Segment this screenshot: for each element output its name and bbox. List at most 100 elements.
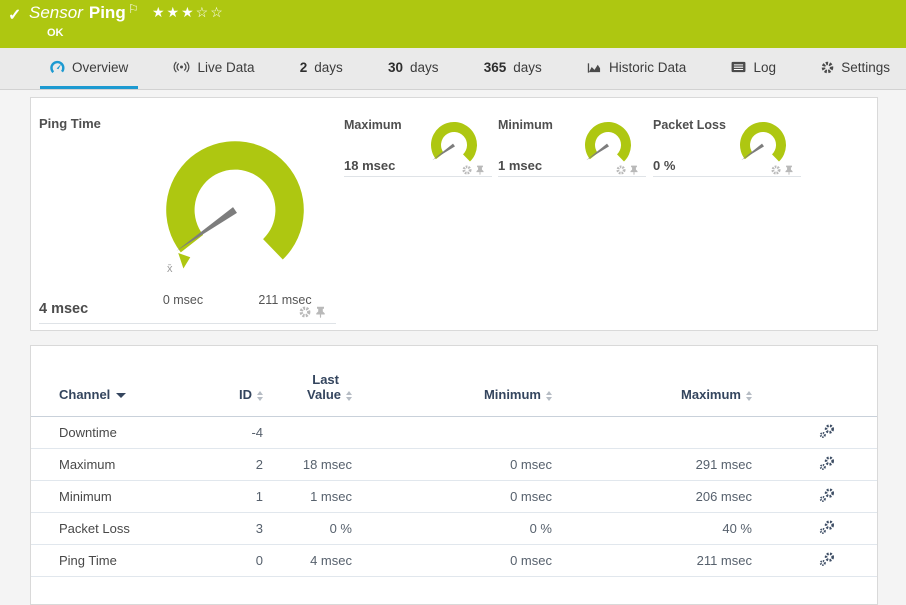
channel-id: -4 xyxy=(216,417,263,449)
widget-actions xyxy=(616,165,638,175)
gauge-settings-gear-icon[interactable] xyxy=(299,306,311,318)
sort-icon xyxy=(546,391,552,401)
sort-icon xyxy=(746,391,752,401)
channel-minimum: 0 msec xyxy=(352,545,552,577)
channel-settings-gears-icon[interactable] xyxy=(819,555,835,570)
status-badge: OK xyxy=(47,27,64,39)
gauge-settings-gear-icon[interactable] xyxy=(771,165,781,175)
gauge-icon xyxy=(50,60,65,75)
channel-last-value: 0 % xyxy=(263,513,352,545)
tab-30-days[interactable]: 30 days xyxy=(378,48,449,89)
widget-title: Minimum xyxy=(498,118,553,132)
table-row-minimum: Minimum 1 1 msec 0 msec 206 msec xyxy=(31,481,877,513)
channel-last-value: 18 msec xyxy=(263,449,352,481)
widget-actions xyxy=(771,165,793,175)
column-header-minimum[interactable]: Minimum xyxy=(352,346,552,417)
gauge-pin-icon[interactable] xyxy=(476,165,484,175)
widget-actions xyxy=(462,165,484,175)
column-header-last-value[interactable]: Last Value xyxy=(263,346,352,417)
table-row-packet-loss: Packet Loss 3 0 % 0 % 40 % xyxy=(31,513,877,545)
tab-label: Live Data xyxy=(197,60,254,75)
channel-last-value xyxy=(263,417,352,449)
channel-id: 1 xyxy=(216,481,263,513)
channel-maximum: 291 msec xyxy=(552,449,752,481)
widget-packet-loss: Packet Loss 0 % xyxy=(653,118,803,180)
gauge-scale-max: 211 msec xyxy=(249,293,321,307)
channel-settings-gears-icon[interactable] xyxy=(819,523,835,538)
gauge-pin-icon[interactable] xyxy=(785,165,793,175)
tab-label: days xyxy=(513,60,542,75)
sensor-type-label: Sensor xyxy=(29,3,83,22)
tab-label: Overview xyxy=(72,60,128,75)
channel-last-value: 4 msec xyxy=(263,545,352,577)
ping-time-gauge xyxy=(149,124,321,296)
priority-stars[interactable]: ★★★☆☆ xyxy=(152,4,225,21)
channel-name: Packet Loss xyxy=(31,513,216,545)
widget-divider xyxy=(498,176,646,177)
sort-caret-icon xyxy=(116,393,126,398)
sort-icon xyxy=(346,391,352,401)
channel-maximum: 206 msec xyxy=(552,481,752,513)
main-gauge-title: Ping Time xyxy=(39,116,101,131)
flag-icon[interactable]: ⚐ xyxy=(128,2,139,16)
tab-number: 30 xyxy=(388,60,403,75)
channel-minimum: 0 msec xyxy=(352,449,552,481)
table-row-maximum: Maximum 2 18 msec 0 msec 291 msec xyxy=(31,449,877,481)
widget-value: 18 msec xyxy=(344,158,395,173)
channel-settings-gears-icon[interactable] xyxy=(819,491,835,506)
tab-label: Log xyxy=(753,60,776,75)
gauge-value-marker xyxy=(178,253,190,268)
gauge-settings-gear-icon[interactable] xyxy=(462,165,472,175)
historic-chart-icon xyxy=(587,61,602,74)
tab-number: 2 xyxy=(300,60,308,75)
gauge-pin-icon[interactable] xyxy=(316,306,325,318)
tab-label: Historic Data xyxy=(609,60,686,75)
tab-bar: Overview Live Data 2 days 30 days 365 da… xyxy=(0,48,906,90)
tab-live-data[interactable]: Live Data xyxy=(163,48,264,89)
table-row-downtime: Downtime -4 xyxy=(31,417,877,449)
live-data-icon xyxy=(173,61,190,73)
widget-divider xyxy=(344,176,492,177)
tab-2-days[interactable]: 2 days xyxy=(290,48,353,89)
channel-settings-gears-icon[interactable] xyxy=(819,459,835,474)
widget-title: Packet Loss xyxy=(653,118,726,132)
channel-id: 0 xyxy=(216,545,263,577)
tab-365-days[interactable]: 365 days xyxy=(474,48,552,89)
tab-log[interactable]: Log xyxy=(721,48,786,89)
channel-maximum xyxy=(552,417,752,449)
channel-name: Minimum xyxy=(31,481,216,513)
average-marker: x̄ xyxy=(167,263,173,275)
channel-minimum xyxy=(352,417,552,449)
column-header-channel[interactable]: Channel xyxy=(31,346,216,417)
widget-divider xyxy=(39,323,336,324)
gauge-settings-gear-icon[interactable] xyxy=(616,165,626,175)
channel-last-value: 1 msec xyxy=(263,481,352,513)
tab-label: days xyxy=(314,60,343,75)
tab-label: days xyxy=(410,60,439,75)
ping-time-value: 4 msec xyxy=(39,301,88,317)
column-header-id[interactable]: ID xyxy=(216,346,263,417)
channels-panel: Channel ID Last Value Minimum Maximum xyxy=(30,345,878,605)
tab-historic-data[interactable]: Historic Data xyxy=(577,48,696,89)
tab-overview[interactable]: Overview xyxy=(40,48,138,89)
widget-value: 1 msec xyxy=(498,158,542,173)
main-gauge-actions xyxy=(299,306,325,318)
channel-settings-gears-icon[interactable] xyxy=(819,427,835,442)
widget-maximum: Maximum 18 msec xyxy=(344,118,494,180)
channel-name: Downtime xyxy=(31,417,216,449)
channels-table: Channel ID Last Value Minimum Maximum xyxy=(31,346,877,577)
column-header-maximum[interactable]: Maximum xyxy=(552,346,752,417)
gauge-pin-icon[interactable] xyxy=(630,165,638,175)
stars-filled: ★★★ xyxy=(152,4,196,20)
channel-minimum: 0 msec xyxy=(352,481,552,513)
channel-name: Maximum xyxy=(31,449,216,481)
widget-minimum: Minimum 1 msec xyxy=(498,118,648,180)
tab-label: Settings xyxy=(841,60,890,75)
table-row-ping-time: Ping Time 0 4 msec 0 msec 211 msec xyxy=(31,545,877,577)
channel-maximum: 211 msec xyxy=(552,545,752,577)
tab-settings[interactable]: Settings xyxy=(811,48,900,89)
gauges-panel: Ping Time x̄ 0 msec 211 msec 4 msec Maxi… xyxy=(30,97,878,331)
tab-number: 365 xyxy=(484,60,507,75)
status-check-icon: ✓ xyxy=(8,5,21,25)
widget-divider xyxy=(653,176,801,177)
